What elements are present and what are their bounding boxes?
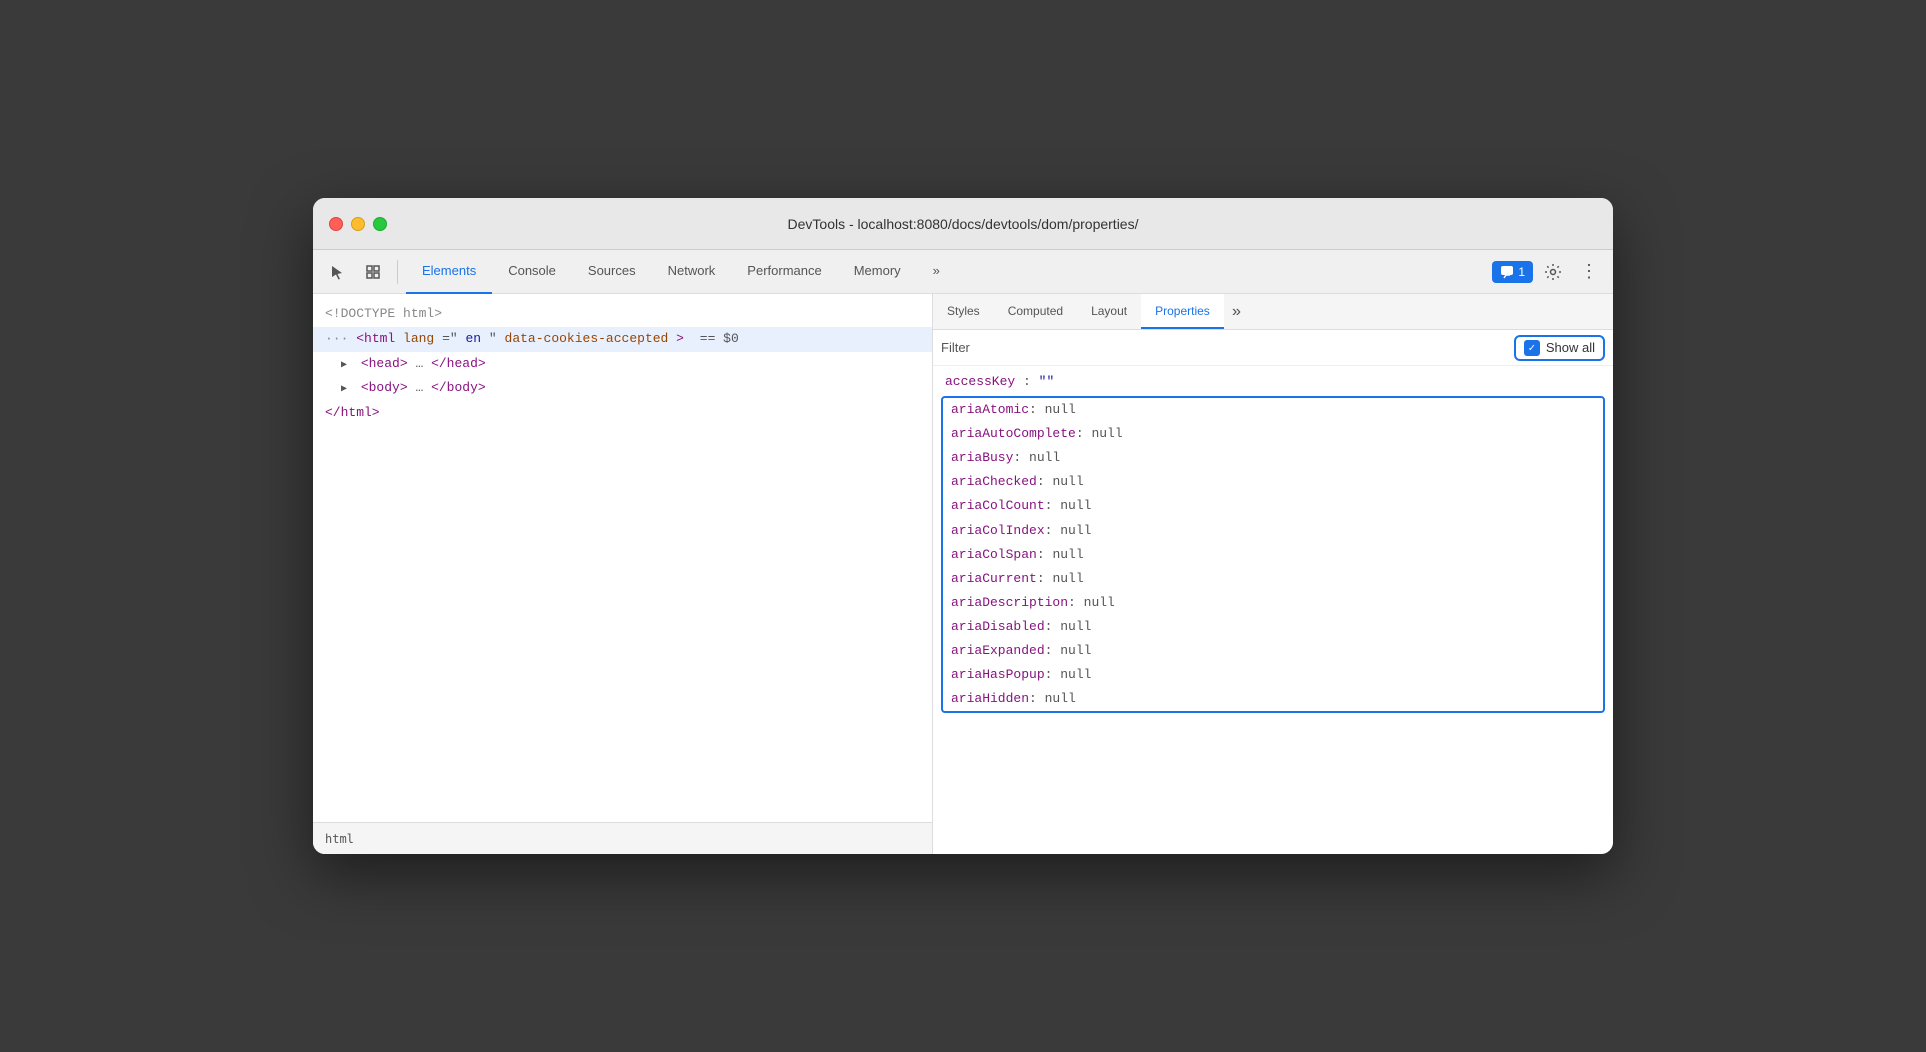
traffic-lights — [329, 217, 387, 231]
prop-ariaAutoComplete: ariaAutoComplete: null — [943, 422, 1603, 446]
dom-html-line[interactable]: ··· <html lang =" en " data-cookies-acce… — [313, 327, 932, 352]
toolbar-divider — [397, 260, 398, 284]
props-filter-row: Filter ✓ Show all — [933, 330, 1613, 366]
more-options-button[interactable]: ⋮ — [1573, 256, 1605, 288]
tab-styles[interactable]: Styles — [933, 294, 994, 329]
main-tabs: Elements Console Sources Network Perform… — [406, 250, 956, 294]
dom-head-line[interactable]: ▶ <head> … </head> — [313, 352, 932, 377]
dom-footer: html — [313, 822, 932, 854]
comments-button[interactable]: 1 — [1492, 261, 1533, 283]
prop-ariaCurrent: ariaCurrent: null — [943, 567, 1603, 591]
dom-panel: <!DOCTYPE html> ··· <html lang =" en " d… — [313, 294, 933, 854]
dom-doctype-line: <!DOCTYPE html> — [313, 302, 932, 327]
prop-ariaDisabled: ariaDisabled: null — [943, 615, 1603, 639]
tab-layout[interactable]: Layout — [1077, 294, 1141, 329]
prop-ariaBusy: ariaBusy: null — [943, 446, 1603, 470]
prop-ariaChecked: ariaChecked: null — [943, 470, 1603, 494]
props-tabs: Styles Computed Layout Properties » — [933, 294, 1613, 330]
settings-button[interactable] — [1537, 256, 1569, 288]
aria-props-list: ariaAtomic: nullariaAutoComplete: nullar… — [943, 398, 1603, 711]
window-title: DevTools - localhost:8080/docs/devtools/… — [788, 216, 1139, 232]
dom-html-close-line: </html> — [313, 401, 932, 426]
cursor-icon[interactable] — [321, 256, 353, 288]
prop-ariaColIndex: ariaColIndex: null — [943, 519, 1603, 543]
inspect-icon[interactable] — [357, 256, 389, 288]
props-content: accessKey : "" ariaAtomic: nullariaAutoC… — [933, 366, 1613, 854]
prop-ariaHasPopup: ariaHasPopup: null — [943, 663, 1603, 687]
dom-footer-tag: html — [325, 832, 354, 846]
props-aria-box: ariaAtomic: nullariaAutoComplete: nullar… — [941, 396, 1605, 713]
prop-ariaColCount: ariaColCount: null — [943, 494, 1603, 518]
doctype-text: <!DOCTYPE html> — [325, 306, 442, 321]
tab-more[interactable]: » — [917, 250, 956, 294]
minimize-button[interactable] — [351, 217, 365, 231]
dom-content: <!DOCTYPE html> ··· <html lang =" en " d… — [313, 294, 932, 822]
devtools-window: DevTools - localhost:8080/docs/devtools/… — [313, 198, 1613, 854]
tab-properties[interactable]: Properties — [1141, 294, 1224, 329]
prop-ariaHidden: ariaHidden: null — [943, 687, 1603, 711]
toolbar: Elements Console Sources Network Perform… — [313, 250, 1613, 294]
props-tab-more[interactable]: » — [1224, 294, 1250, 329]
tab-elements[interactable]: Elements — [406, 250, 492, 294]
prop-ariaDescription: ariaDescription: null — [943, 591, 1603, 615]
props-panel: Styles Computed Layout Properties » Filt… — [933, 294, 1613, 854]
dom-body-line[interactable]: ▶ <body> … </body> — [313, 376, 932, 401]
tab-network[interactable]: Network — [652, 250, 732, 294]
comment-count: 1 — [1518, 265, 1525, 279]
prop-access-key: accessKey : "" — [933, 370, 1613, 394]
prop-ariaExpanded: ariaExpanded: null — [943, 639, 1603, 663]
prop-ariaAtomic: ariaAtomic: null — [943, 398, 1603, 422]
show-all-label: Show all — [1546, 340, 1595, 355]
tab-performance[interactable]: Performance — [731, 250, 837, 294]
filter-label: Filter — [941, 340, 1506, 355]
tab-memory[interactable]: Memory — [838, 250, 917, 294]
close-button[interactable] — [329, 217, 343, 231]
show-all-checkbox[interactable]: ✓ — [1524, 340, 1540, 356]
main-content: <!DOCTYPE html> ··· <html lang =" en " d… — [313, 294, 1613, 854]
prop-ariaColSpan: ariaColSpan: null — [943, 543, 1603, 567]
toolbar-right: 1 ⋮ — [1492, 256, 1605, 288]
tab-sources[interactable]: Sources — [572, 250, 652, 294]
tab-console[interactable]: Console — [492, 250, 572, 294]
tab-computed[interactable]: Computed — [994, 294, 1077, 329]
titlebar: DevTools - localhost:8080/docs/devtools/… — [313, 198, 1613, 250]
maximize-button[interactable] — [373, 217, 387, 231]
show-all-container[interactable]: ✓ Show all — [1514, 335, 1605, 361]
